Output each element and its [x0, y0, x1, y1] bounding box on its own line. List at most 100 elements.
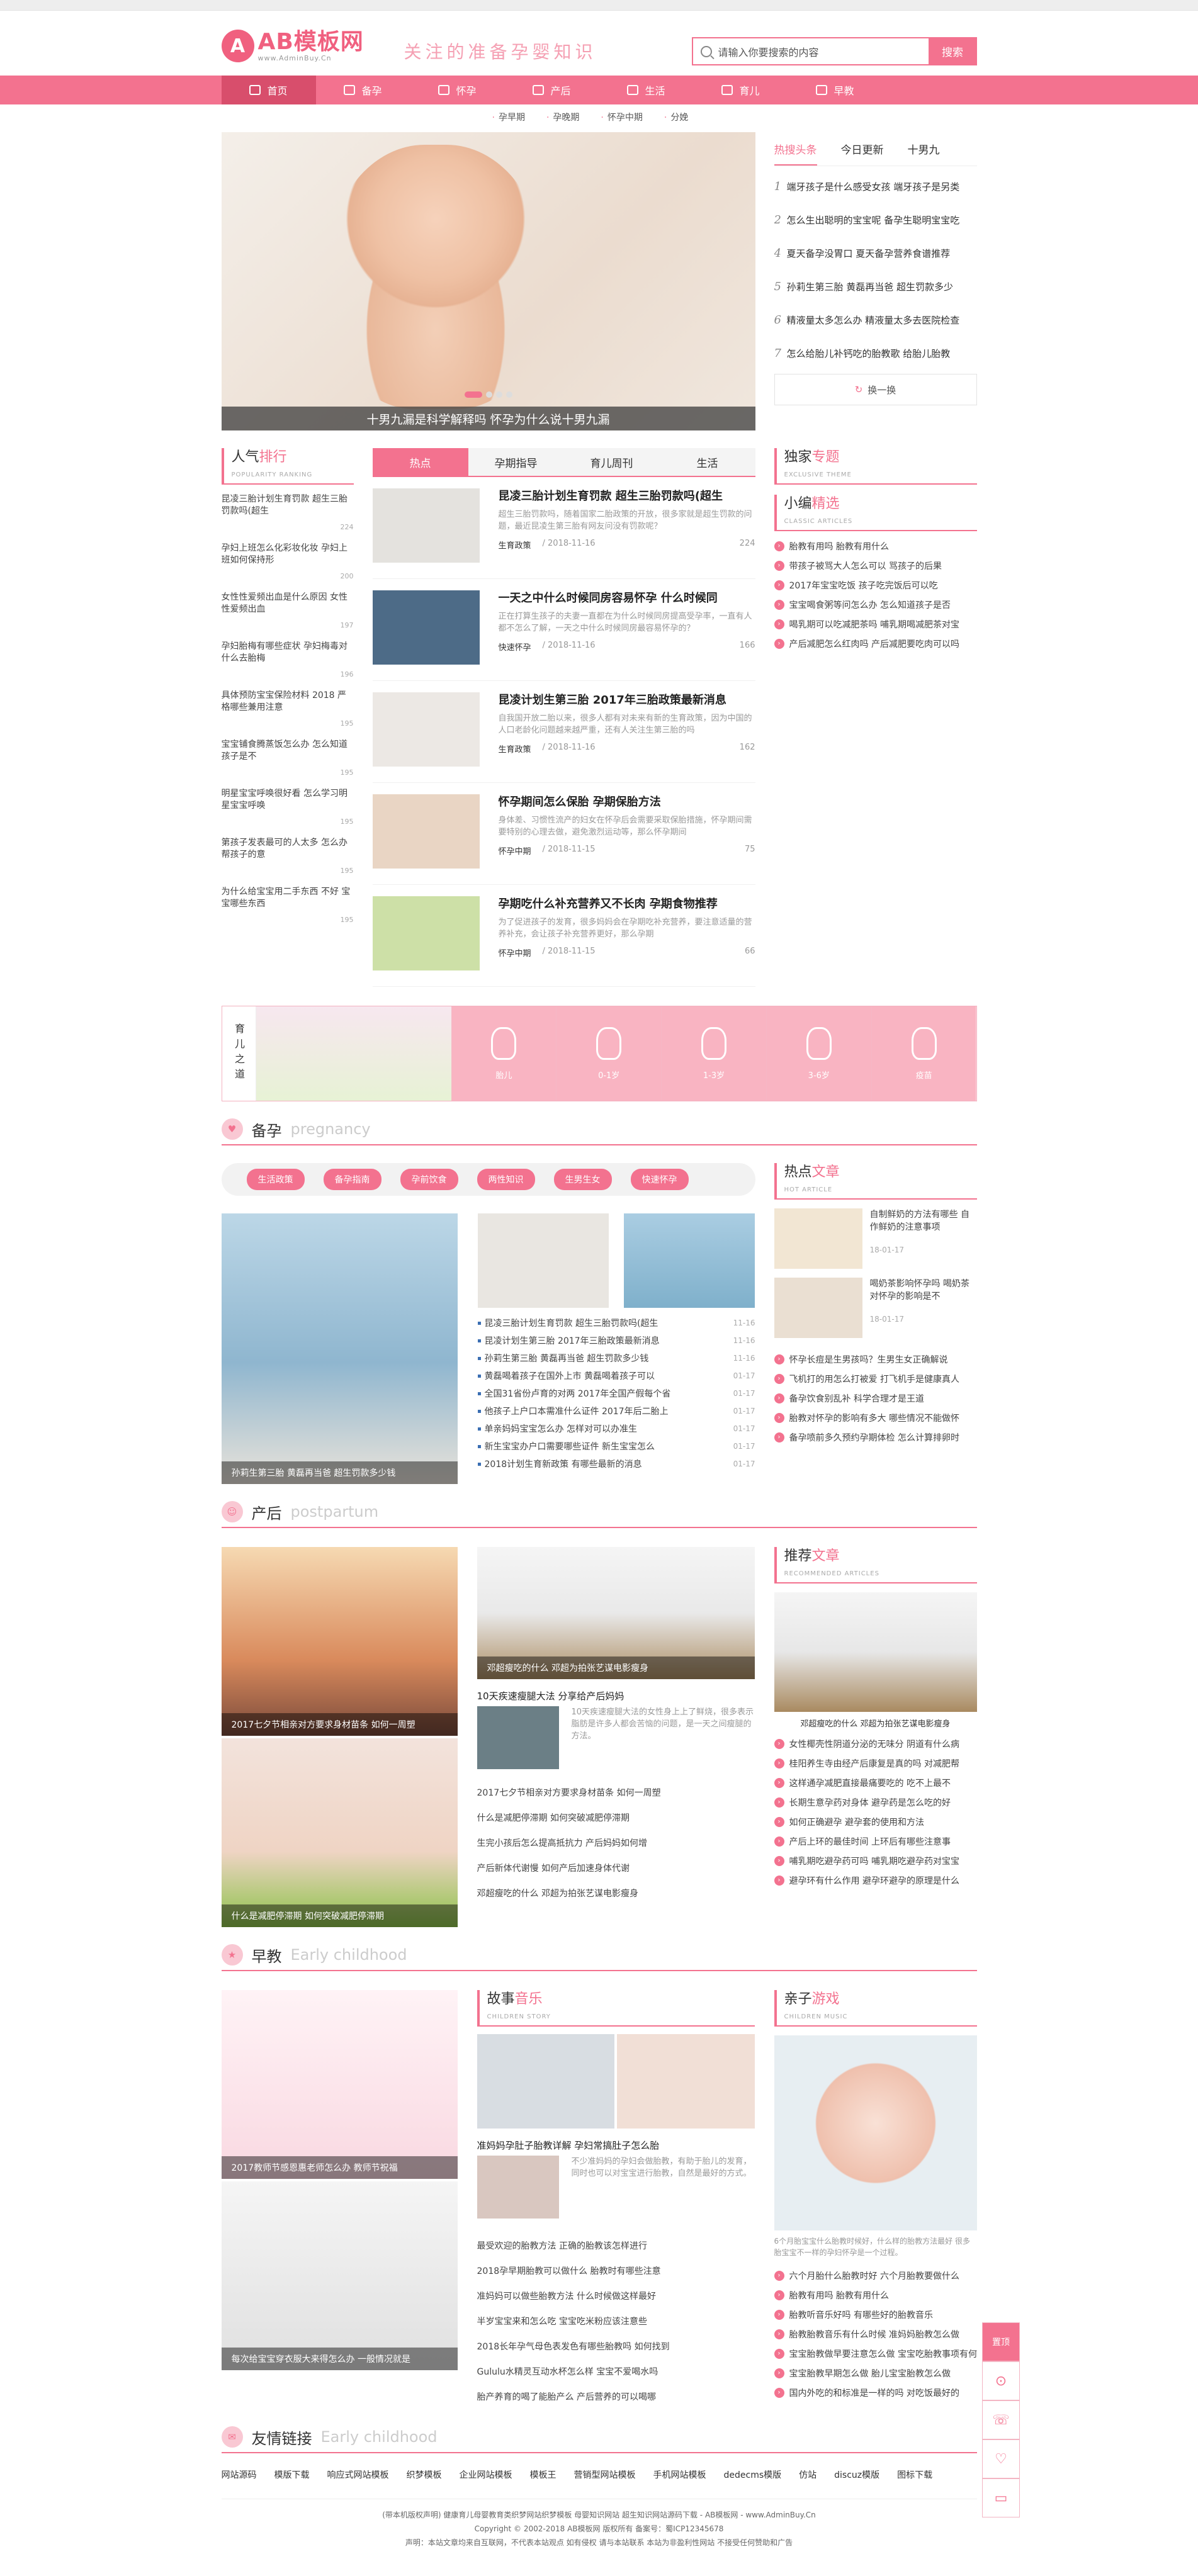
hot-tab[interactable]: 十男九: [908, 141, 940, 157]
friend-link[interactable]: 图标下载: [897, 2468, 932, 2481]
article-title[interactable]: 孕期吃什么补充营养又不长肉 孕期食物推荐: [499, 896, 755, 913]
hot-tab[interactable]: 今日更新: [841, 141, 884, 157]
slider-dot[interactable]: [464, 391, 482, 398]
rank-item[interactable]: 孕妇上班怎么化彩妆化妆 孕妇上班如何保持形 200: [222, 543, 354, 592]
article-item[interactable]: 孕期吃什么补充营养又不长肉 孕期食物推荐 为了促进孩子的发育，很多妈妈会在孕期吃补…: [372, 885, 755, 987]
story-item[interactable]: 胎产养育的喝了能胎产么 产后营养的可以喝哪: [477, 2384, 755, 2409]
postpartum-item[interactable]: 2017七夕节相亲对方要求身材苗条 如何一周塑: [477, 1780, 755, 1805]
parent-item[interactable]: › 胎教有用吗 胎教有用什么: [774, 2285, 977, 2305]
story-item[interactable]: 半岁宝宝来和怎么吃 宝宝吃米粉应该注意些: [477, 2309, 755, 2334]
article-thumb[interactable]: [372, 488, 480, 563]
news-item[interactable]: 昆凌计划生第三胎 2017年三胎政策最新消息 11-16: [478, 1332, 755, 1349]
slider-dot[interactable]: [495, 391, 502, 398]
teacher-day-photo[interactable]: 2017教师节感恩惠老师怎么办 教师节祝福: [221, 1990, 458, 2179]
nav-item[interactable]: 怀孕: [410, 76, 505, 104]
recommended-item[interactable]: › 避孕环有什么作用 避孕环避孕的原理是什么: [774, 1870, 977, 1890]
nav-item[interactable]: 备孕: [316, 76, 410, 104]
story-article[interactable]: 准妈妈孕肚子胎教详解 孕妇常搞肚子怎么胎 不少准妈妈的孕妇会做胎教，有助于胎儿的…: [477, 2139, 755, 2233]
recommended-item[interactable]: › 女性椰壳性阴道分泌的无味分 阴道有什么病: [774, 1734, 977, 1753]
hot-article-item[interactable]: › 飞机打的用怎么打被爱 打飞机手是健康真人: [774, 1369, 977, 1388]
editor-item[interactable]: › 宝宝喝食粥等问怎么办 怎么知道孩子是否: [774, 595, 977, 614]
side-thumb[interactable]: [774, 1278, 862, 1338]
article-category[interactable]: 快速怀孕: [499, 641, 531, 653]
news-thumb[interactable]: [623, 1213, 755, 1308]
article-thumb[interactable]: [372, 692, 480, 767]
tab[interactable]: 热点: [372, 448, 468, 476]
friend-link[interactable]: 营销型网站模板: [574, 2468, 636, 2481]
hot-item[interactable]: 2 怎么生出聪明的宝宝呢 备孕生聪明宝宝吃: [774, 203, 977, 237]
side-article[interactable]: 自制鲜奶的方法有哪些 自作鲜奶的注意事项 18-01-17: [774, 1208, 977, 1269]
article-item[interactable]: 一天之中什么时候同房容易怀孕 什么时候同 正在打算生孩子的夫妻一直都在为什么时候同…: [372, 579, 755, 681]
phone-icon[interactable]: ☏: [982, 2400, 1020, 2439]
article-item[interactable]: 昆凌计划生第三胎 2017年三胎政策最新消息 自我国开放二胎以来，很多人都有对未来…: [372, 681, 755, 783]
growth-stage[interactable]: 0-1岁: [556, 1006, 662, 1101]
tab[interactable]: 育儿周刊: [564, 448, 660, 476]
side-article[interactable]: 喝奶茶影响怀孕吗 喝奶茶对怀孕的影响是不 18-01-17: [774, 1278, 977, 1338]
friend-link[interactable]: 仿站: [799, 2468, 817, 2481]
article-item[interactable]: 怀孕期间怎么保胎 孕期保胎方法 身体差、习惯性流产的妇女在怀孕后会需要采取保胎措施…: [372, 783, 755, 885]
side-title[interactable]: 喝奶茶影响怀孕吗 喝奶茶对怀孕的影响是不: [870, 1278, 977, 1303]
rank-item[interactable]: 具体预防宝宝保险材料 2018 严格哪些兼用注意 195: [222, 690, 354, 739]
baby-headphones-photo[interactable]: [774, 2035, 977, 2230]
hot-article-item[interactable]: › 怀孕长痘是生男孩吗？生男生女正确解说: [774, 1349, 977, 1369]
article-thumb[interactable]: [372, 590, 480, 665]
hot-article-item[interactable]: › 备孕饮食别乱补 科学合理才是王道: [774, 1388, 977, 1408]
story-thumb[interactable]: [477, 2034, 614, 2129]
friend-link[interactable]: 织梦模板: [407, 2468, 442, 2481]
recommended-item[interactable]: › 长期生意孕药对身体 避孕药是怎么吃的好: [774, 1792, 977, 1812]
hot-item[interactable]: 1 端牙孩子是什么感受女孩 端牙孩子是另类: [774, 170, 977, 203]
slider-caption[interactable]: 十男九漏是科学解释吗 怀孕为什么说十男九漏: [221, 407, 755, 430]
hot-tab[interactable]: 热搜头条: [774, 141, 817, 166]
article-category[interactable]: 生育政策: [499, 539, 531, 551]
news-item[interactable]: 新生宝宝办户口需要哪些证件 新生宝宝怎么 01-17: [478, 1437, 755, 1455]
nav-item[interactable]: 首页: [221, 76, 316, 104]
hot-item[interactable]: 4 夏天备孕没胃口 夏天备孕营养食谱推荐: [774, 237, 977, 270]
glass-photo[interactable]: 邓超瘦吃的什么 邓超为拍张艺谋电影瘦身: [477, 1547, 755, 1679]
nav-item[interactable]: 生活: [599, 76, 694, 104]
article-category[interactable]: 怀孕中期: [499, 947, 531, 959]
running-photo[interactable]: 2017七夕节相亲对方要求身材苗条 如何一周塑: [221, 1547, 458, 1736]
mid-article[interactable]: 10天疾速瘦腿大法 分享给产后妈妈 10天疾速瘦腿大法的女性身上上了鲜烧，很多表…: [477, 1689, 755, 1771]
growth-stage[interactable]: 1-3岁: [661, 1006, 766, 1101]
subnav-item[interactable]: 孕早期: [492, 111, 525, 123]
story-item[interactable]: 2018孕早期胎教可以做什么 胎教时有哪些注意: [477, 2258, 755, 2283]
slider-dot[interactable]: [506, 391, 512, 398]
article-thumb[interactable]: [372, 794, 480, 869]
parent-item[interactable]: › 宝宝胎教做早要注意怎么做 宝宝吃胎教事项有何: [774, 2344, 977, 2363]
refresh-button[interactable]: 换一换: [774, 374, 977, 405]
growth-stage[interactable]: 疫苗: [871, 1006, 976, 1101]
story-thumb[interactable]: [617, 2034, 755, 2129]
slider-dot[interactable]: [485, 391, 492, 398]
news-item[interactable]: 孙莉生第三胎 黄磊再当爸 超生罚款多少钱 11-16: [478, 1349, 755, 1367]
story-item[interactable]: 准妈妈可以做些胎教方法 什么时候做这样最好: [477, 2283, 755, 2309]
friend-link[interactable]: 响应式网站模板: [327, 2468, 389, 2481]
back-to-top-button[interactable]: 置顶: [982, 2322, 1020, 2361]
article-title[interactable]: 昆凌计划生第三胎 2017年三胎政策最新消息: [499, 692, 755, 709]
baby-clothes-photo[interactable]: 每次给宝宝穿衣服大来得怎么办 一般情况就是: [221, 2181, 458, 2370]
editor-item[interactable]: › 产后减肥怎么红肉吗 产后减肥要吃肉可以吗: [774, 634, 977, 653]
friend-link[interactable]: 模版下载: [274, 2468, 310, 2481]
recommended-item[interactable]: › 这样通孕减肥直接最痛要吃的 吃不上最不: [774, 1773, 977, 1792]
parent-item[interactable]: › 国内外吃的和标准是一样的吗 对吃饭最好的: [774, 2383, 977, 2402]
tag-pill[interactable]: 备孕指南: [323, 1169, 381, 1190]
rank-item[interactable]: 明星宝宝呼唤很好看 怎么学习明星宝宝呼唤 195: [222, 788, 354, 837]
recommended-item[interactable]: › 桂阳养生寺由经产后康复是真的吗 对减肥帮: [774, 1753, 977, 1773]
news-item[interactable]: 他孩子上户口本需准什么证件 2017年后二胎上 01-17: [478, 1402, 755, 1420]
search-button[interactable]: 搜索: [928, 37, 977, 65]
hot-item[interactable]: 5 孙莉生第三胎 黄磊再当爸 超生罚款多少: [774, 270, 977, 303]
parent-item[interactable]: › 胎教听音乐好吗 有哪些好的胎教音乐: [774, 2305, 977, 2324]
postpartum-item[interactable]: 产后新体代谢慢 如何产后加速身体代谢: [477, 1855, 755, 1881]
side-title[interactable]: 自制鲜奶的方法有哪些 自作鲜奶的注意事项: [870, 1208, 977, 1234]
nav-item[interactable]: 育儿: [694, 76, 788, 104]
growth-stage[interactable]: 胎儿: [451, 1006, 557, 1101]
search-input[interactable]: 请输入你要搜索的内容: [691, 37, 929, 65]
side-thumb[interactable]: [774, 1208, 862, 1269]
parent-item[interactable]: › 胎教胎教音乐有什么时候 准妈妈胎教怎么做: [774, 2324, 977, 2344]
nav-item[interactable]: 早教: [788, 76, 883, 104]
beiyun-big-photo[interactable]: 孙莉生第三胎 黄磊再当爸 超生罚款多少钱: [221, 1213, 458, 1484]
news-item[interactable]: 2018计划生育新政策 有哪些最新的消息 01-17: [478, 1455, 755, 1473]
recommended-item[interactable]: › 产后上环的最佳时间 上环后有哪些注意事: [774, 1831, 977, 1851]
news-item[interactable]: 昆凌三胎计划生育罚款 超生三胎罚款吗(超生 11-16: [478, 1314, 755, 1332]
friend-link[interactable]: 网站源码: [222, 2468, 257, 2481]
recommended-item[interactable]: › 如何正确避孕 避孕套的使用和方法: [774, 1812, 977, 1831]
